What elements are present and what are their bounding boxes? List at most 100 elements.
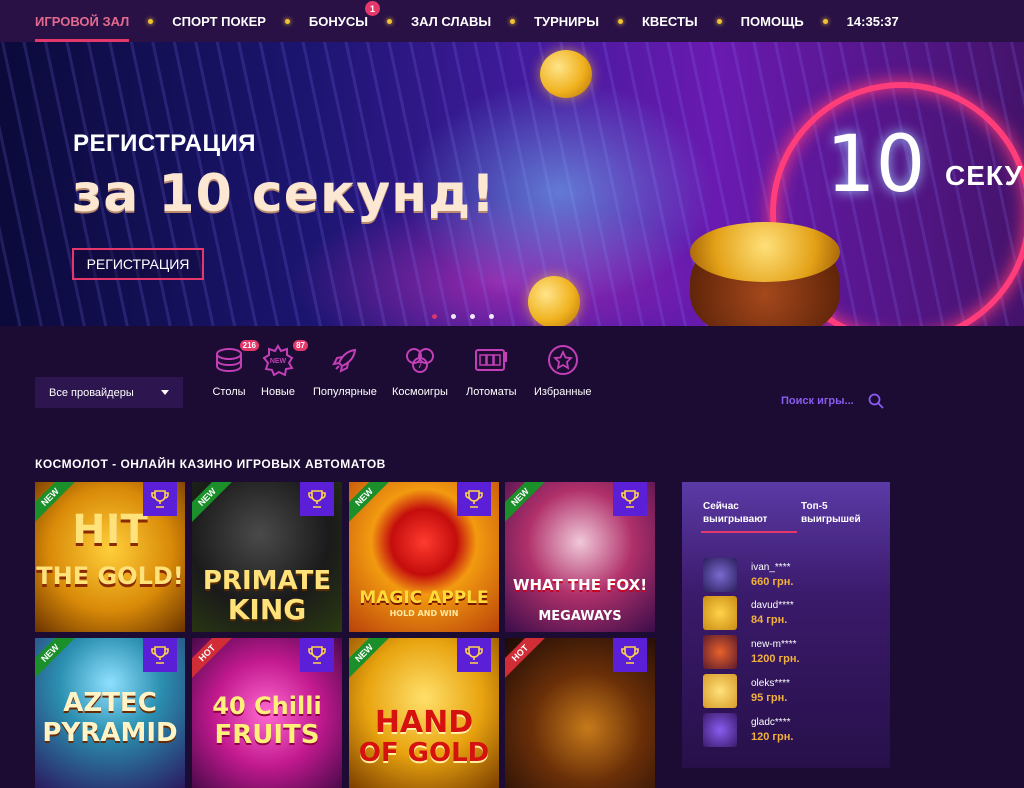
nav-separator [148, 18, 154, 24]
category-label: Столы [212, 386, 246, 398]
category-label: Лотоматы [466, 386, 517, 398]
game-subtitle: MEGAWAYS [538, 609, 622, 624]
rocket-icon [328, 343, 362, 377]
svg-text:NEW: NEW [270, 358, 287, 365]
carousel-dot[interactable] [432, 314, 437, 319]
category-label: Новые [261, 386, 295, 398]
game-title: 40 Chilli [212, 692, 322, 720]
trophy-icon[interactable] [300, 638, 334, 672]
timer-word: СЕКУ [945, 160, 1024, 191]
category-cosmogames[interactable]: 7 Космоигры [392, 343, 448, 398]
game-tile[interactable]: MAGIC APPLE HOLD AND WIN NEW [349, 482, 499, 632]
game-tile[interactable]: HAND OF GOLD NEW [349, 638, 499, 788]
nav-item-tournaments[interactable]: ТУРНИРЫ [534, 0, 599, 42]
winner-user: gladc**** [751, 717, 791, 728]
nav-separator [284, 18, 290, 24]
winner-row[interactable]: oleks**** 95 грн. [703, 674, 790, 708]
gold-coins-icon [690, 222, 840, 282]
clock: 14:35:37 [846, 13, 899, 29]
star-icon [546, 343, 580, 377]
game-title: HAND [374, 705, 474, 740]
category-label: Избранные [534, 386, 592, 398]
winner-row[interactable]: gladc**** 120 грн. [703, 713, 793, 747]
coin-icon [528, 276, 580, 326]
carousel-dot[interactable] [470, 314, 475, 319]
game-tile[interactable]: WHAT THE FOX! MEGAWAYS NEW [505, 482, 655, 632]
trophy-icon[interactable] [143, 638, 177, 672]
search-input[interactable]: Поиск игры... [781, 395, 854, 407]
trophy-icon[interactable] [457, 638, 491, 672]
nav-item-sport-poker[interactable]: СПОРТ ПОКЕР [172, 0, 266, 42]
nav-item-hall-of-fame[interactable]: ЗАЛ СЛАВЫ [411, 0, 491, 42]
register-button[interactable]: РЕГИСТРАЦИЯ [72, 248, 204, 280]
nav-item-game-hall[interactable]: ИГРОВОЙ ЗАЛ [35, 0, 130, 42]
winner-row[interactable]: davud**** 84 грн. [703, 596, 794, 630]
promo-banner[interactable]: 10 СЕКУ РЕГИСТРАЦИЯ за 10 секунд! РЕГИСТ… [0, 42, 1024, 326]
trophy-icon[interactable] [613, 638, 647, 672]
chips-icon: 216 [212, 340, 259, 377]
svg-text:7: 7 [418, 361, 423, 370]
category-new[interactable]: NEW 87 Новые [261, 340, 308, 398]
nav-separator [510, 18, 516, 24]
timer-number: 10 [826, 120, 926, 210]
nav-separator [386, 18, 392, 24]
game-title: AZTEC [63, 688, 157, 718]
game-thumbnail [703, 713, 737, 747]
banner-title: за 10 секунд! [72, 164, 496, 224]
winner-amount: 95 грн. [751, 692, 788, 704]
tab-top-5[interactable]: Топ-5 выигрышей [801, 500, 871, 526]
game-title: WHAT THE FOX! [512, 576, 648, 594]
category-popular[interactable]: Популярные [313, 343, 377, 398]
nav-separator [822, 18, 828, 24]
tab-winning-now[interactable]: Сейчас выигрывают [701, 500, 797, 533]
category-tables[interactable]: 216 Столы [212, 340, 259, 398]
game-tile[interactable]: 40 Chilli FRUITS HOT [192, 638, 342, 788]
game-title: MAGIC APPLE [359, 588, 489, 608]
category-label: Популярные [313, 386, 377, 398]
game-subtitle: KING [227, 593, 307, 626]
winners-panel: Сейчас выигрывают Топ-5 выигрышей ivan_*… [682, 482, 890, 768]
game-subtitle: FRUITS [214, 720, 320, 750]
winner-row[interactable]: new-m**** 1200 грн. [703, 635, 800, 669]
game-subtitle: PYRAMID [42, 718, 178, 748]
nav-item-bonuses[interactable]: БОНУСЫ 1 [309, 0, 380, 42]
slot-machine-icon [474, 343, 508, 377]
lucky-sevens-icon: 7 [403, 343, 437, 377]
winner-amount: 660 грн. [751, 576, 794, 588]
nav-item-help[interactable]: ПОМОЩЬ [741, 0, 804, 42]
trophy-icon[interactable] [457, 482, 491, 516]
category-label: Космоигры [392, 386, 448, 398]
game-tile[interactable]: AZTEC PYRAMID NEW [35, 638, 185, 788]
winner-row[interactable]: ivan_**** 660 грн. [703, 558, 793, 592]
top-navigation: ИГРОВОЙ ЗАЛ СПОРТ ПОКЕР БОНУСЫ 1 ЗАЛ СЛА… [0, 0, 1024, 42]
nav-item-quests[interactable]: КВЕСТЫ [642, 0, 698, 42]
game-thumbnail [703, 596, 737, 630]
trophy-icon[interactable] [143, 482, 177, 516]
carousel-dot[interactable] [489, 314, 494, 319]
game-subtitle: OF GOLD [358, 738, 490, 768]
game-tile[interactable]: HIT THE GOLD! NEW [35, 482, 185, 632]
count-badge: 87 [293, 340, 308, 351]
game-thumbnail [703, 674, 737, 708]
game-tile[interactable]: HOT [505, 638, 655, 788]
winner-user: new-m**** [751, 639, 797, 650]
winner-amount: 1200 грн. [751, 653, 800, 665]
new-badge-icon: NEW 87 [261, 340, 308, 377]
trophy-icon[interactable] [300, 482, 334, 516]
category-lotomats[interactable]: Лотоматы [466, 343, 517, 398]
category-favorites[interactable]: Избранные [534, 343, 592, 398]
game-tile[interactable]: PRIMATE KING NEW [192, 482, 342, 632]
notification-badge: 1 [364, 1, 380, 16]
game-thumbnail [703, 635, 737, 669]
search-icon[interactable] [868, 393, 884, 409]
game-subtitle: HOLD AND WIN [389, 609, 459, 618]
winner-user: ivan_**** [751, 562, 791, 573]
trophy-icon[interactable] [613, 482, 647, 516]
game-subtitle: THE GOLD! [36, 562, 184, 590]
carousel-dot[interactable] [451, 314, 456, 319]
game-thumbnail [703, 558, 737, 592]
count-badge: 216 [239, 340, 259, 351]
provider-select[interactable]: Все провайдеры [35, 377, 183, 408]
section-title: КОСМОЛОТ - ОНЛАЙН КАЗИНО ИГРОВЫХ АВТОМАТ… [35, 457, 386, 471]
game-title: PRIMATE [202, 566, 332, 596]
